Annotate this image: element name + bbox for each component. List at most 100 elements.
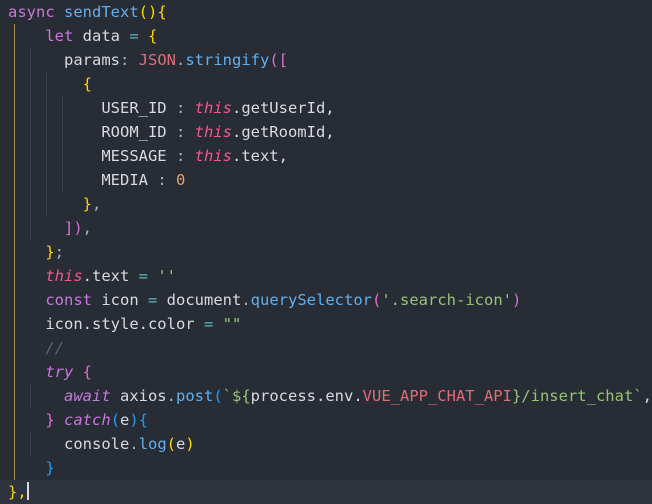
code-line[interactable]: //: [0, 336, 652, 360]
code-line[interactable]: icon.style.color = "": [0, 312, 652, 336]
code-token: data: [82, 27, 130, 45]
code-token: "": [222, 315, 242, 333]
code-token: :: [157, 171, 176, 189]
code-token: '': [157, 267, 176, 285]
code-token: ,data: [642, 387, 652, 405]
code-token: log: [138, 435, 167, 453]
code-token: .text,: [231, 147, 288, 165]
code-token: =: [138, 267, 158, 285]
code-token: {: [82, 75, 92, 93]
code-token: await: [8, 387, 120, 405]
code-token: }/insert_chat`: [511, 387, 643, 405]
code-token: ]): [64, 219, 83, 237]
code-token: =: [203, 315, 223, 333]
code-token: VUE_APP_CHAT_API: [362, 387, 512, 405]
code-token: USER_ID: [8, 99, 176, 117]
code-token: sendText: [64, 3, 139, 21]
code-line[interactable]: await axios.post(`${process.env.VUE_APP_…: [0, 384, 652, 408]
code-line[interactable]: params: JSON.stringify([: [0, 48, 652, 72]
code-token: :: [119, 51, 139, 69]
code-token: }: [45, 459, 55, 477]
code-token: const: [8, 291, 102, 309]
code-token: (: [110, 411, 121, 429]
code-token: `${: [222, 387, 251, 405]
code-token: icon: [101, 291, 148, 309]
code-token: //: [8, 339, 64, 357]
code-token: console: [8, 435, 130, 453]
code-token: icon.style.color: [8, 315, 204, 333]
code-token: let: [8, 27, 83, 45]
code-token: ): [512, 291, 522, 309]
code-token: ,: [82, 219, 93, 237]
code-token: .: [241, 291, 251, 309]
code-token: (){: [138, 3, 167, 21]
code-token: ROOM_ID: [8, 123, 176, 141]
code-token: =: [129, 27, 148, 45]
code-token: stringify: [185, 51, 270, 69]
code-line[interactable]: console.log(e): [0, 432, 652, 456]
code-token: :: [175, 99, 195, 117]
code-token: catch: [64, 411, 111, 429]
code-token: document: [166, 291, 242, 309]
code-token: process.env.: [250, 387, 363, 405]
code-token: JSON: [138, 51, 176, 69]
code-token: .: [175, 51, 186, 69]
code-token: :: [175, 123, 195, 141]
code-token: ): [129, 411, 139, 429]
code-line[interactable]: this.text = '': [0, 264, 652, 288]
code-token: (: [213, 387, 223, 405]
code-token: MESSAGE: [8, 147, 176, 165]
code-line[interactable]: let data = {: [0, 24, 652, 48]
code-token: e: [176, 435, 186, 453]
code-token: querySelector: [250, 291, 372, 309]
code-token: MEDIA: [8, 171, 158, 189]
code-line[interactable]: ]),: [0, 216, 652, 240]
code-token: this: [194, 123, 232, 141]
code-token: (: [166, 435, 177, 453]
text-cursor: [26, 482, 29, 500]
code-token: (: [372, 291, 382, 309]
code-editor[interactable]: async sendText(){ let data = { params: J…: [0, 0, 652, 504]
code-line[interactable]: ROOM_ID : this.getRoomId,: [0, 120, 652, 144]
code-token: .getUserId,: [231, 99, 335, 117]
code-token: post: [176, 387, 214, 405]
code-token: this: [194, 147, 232, 165]
code-line[interactable]: },: [0, 192, 652, 216]
code-line[interactable]: },: [0, 480, 652, 504]
code-token: ;: [54, 243, 65, 261]
code-token: async: [8, 3, 64, 21]
code-token: .getRoomId,: [231, 123, 335, 141]
code-token: =: [148, 291, 167, 309]
code-token: try: [45, 363, 74, 381]
code-token: }: [45, 243, 55, 261]
code-line[interactable]: {: [0, 72, 652, 96]
code-line[interactable]: } catch(e){: [0, 408, 652, 432]
code-token: ([: [269, 51, 288, 69]
code-token: :: [175, 147, 195, 165]
code-token: this: [45, 267, 83, 285]
code-line[interactable]: async sendText(){: [0, 0, 652, 24]
code-token: params: [8, 51, 120, 69]
code-line[interactable]: MEDIA : 0: [0, 168, 652, 192]
code-token: this: [194, 99, 232, 117]
code-token: },: [8, 483, 27, 501]
code-line[interactable]: MESSAGE : this.text,: [0, 144, 652, 168]
code-token: .: [129, 435, 139, 453]
code-token: .: [166, 387, 176, 405]
code-token: axios: [119, 387, 167, 405]
code-token: }: [82, 195, 92, 213]
code-token: .text: [82, 267, 139, 285]
code-line[interactable]: }: [0, 456, 652, 480]
code-line[interactable]: };: [0, 240, 652, 264]
code-token: {: [82, 363, 93, 381]
code-line[interactable]: try {: [0, 360, 652, 384]
code-line[interactable]: const icon = document.querySelector('.se…: [0, 288, 652, 312]
code-line[interactable]: USER_ID : this.getUserId,: [0, 96, 652, 120]
